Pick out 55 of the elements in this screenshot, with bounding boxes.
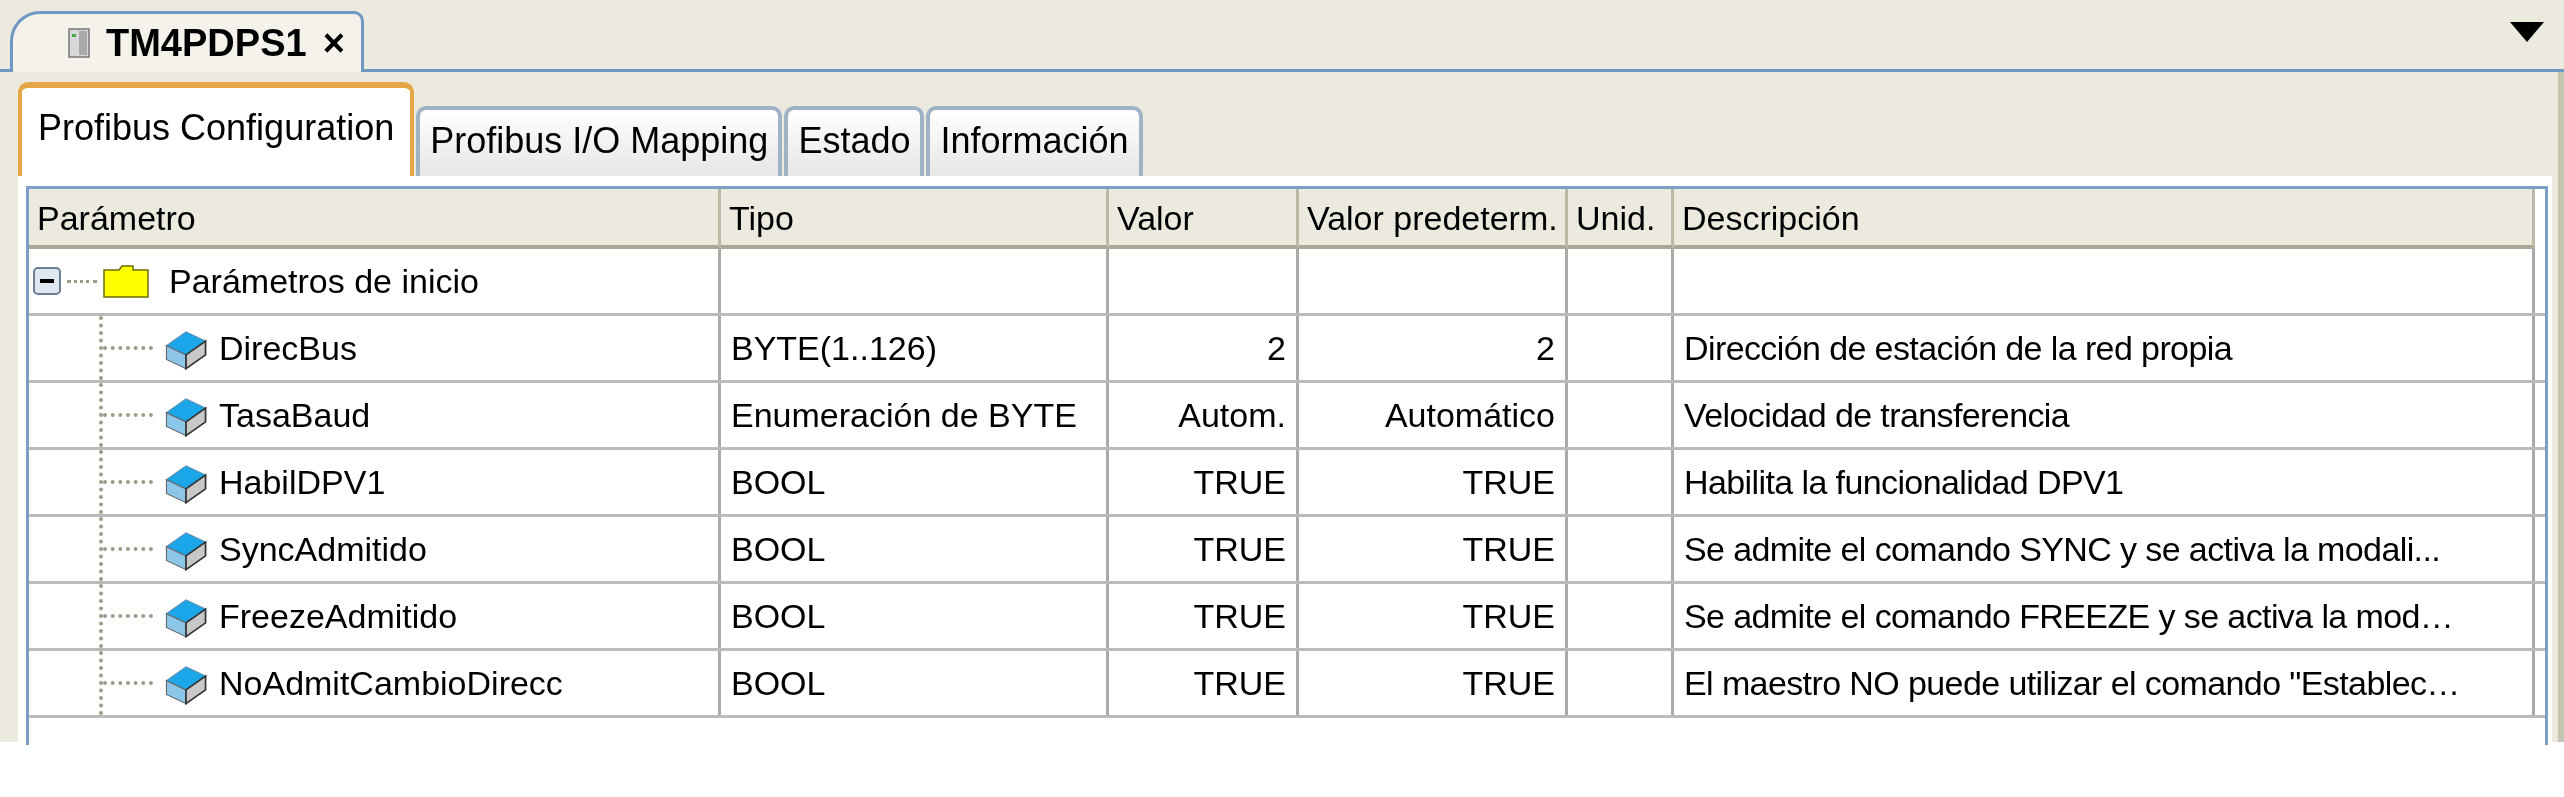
tab[interactable]: Profibus I/O Mapping xyxy=(416,106,783,176)
tree-connector xyxy=(67,279,97,283)
table-cell: Velocidad de transferencia xyxy=(1684,395,2070,435)
table-cell: Automático xyxy=(1384,395,1555,435)
table-cell: TRUE xyxy=(1193,462,1286,502)
table-cell: TRUE xyxy=(1462,529,1555,569)
document-tab[interactable]: TM4PDPS1 × xyxy=(10,11,364,72)
collapse-toggle-icon[interactable] xyxy=(33,267,61,295)
parameter-name: DirecBus xyxy=(219,328,357,368)
tree-connector xyxy=(103,547,153,551)
table-cell: 2 xyxy=(1267,328,1286,368)
parameter-name: HabilDPV1 xyxy=(219,462,386,502)
table-cell: Se admite el comando SYNC y se activa la modali... xyxy=(1684,529,2441,569)
tree-connector xyxy=(103,614,153,618)
tab[interactable]: Información xyxy=(926,106,1143,176)
column-header[interactable]: Parámetro xyxy=(29,189,721,249)
table-cell: Habilita la funcionalidad DPV1 xyxy=(1684,462,2124,502)
table-cell: TRUE xyxy=(1193,596,1286,636)
column-header[interactable]: Descripción xyxy=(1674,189,2535,249)
tab[interactable]: Profibus Configuration xyxy=(18,82,415,176)
parameter-name: NoAdmitCambioDirecc xyxy=(219,663,563,703)
table-cell: BOOL xyxy=(731,462,826,502)
table-cell: BYTE(1..126) xyxy=(731,328,937,368)
table-cell: BOOL xyxy=(731,596,826,636)
table-cell: TRUE xyxy=(1462,462,1555,502)
table-cell: El maestro NO puede utilizar el comando "Establec… xyxy=(1684,663,2460,703)
parameter-name: TasaBaud xyxy=(219,395,371,435)
parameter-name: SyncAdmitido xyxy=(219,529,427,569)
tree-connector xyxy=(103,681,153,685)
table-cell: BOOL xyxy=(731,663,826,703)
table-cell: Autom. xyxy=(1178,395,1286,435)
table-cell: BOOL xyxy=(731,529,826,569)
parameter-name: FreezeAdmitido xyxy=(219,596,458,636)
table-cell: Dirección de estación de la red propia xyxy=(1684,328,2232,368)
dropdown-icon[interactable] xyxy=(2510,22,2544,42)
close-button[interactable]: × xyxy=(322,21,345,65)
table-cell: TRUE xyxy=(1193,529,1286,569)
folder-icon xyxy=(103,264,149,298)
parameter-name: Parámetros de inicio xyxy=(169,261,479,301)
device-icon xyxy=(68,28,90,58)
table-cell: TRUE xyxy=(1462,596,1555,636)
table-cell: TRUE xyxy=(1193,663,1286,703)
column-header[interactable]: Valor predeterm. xyxy=(1299,189,1568,249)
table-cell: 2 xyxy=(1536,328,1555,368)
column-header[interactable]: Valor xyxy=(1109,189,1299,249)
table-cell: Se admite el comando FREEZE y se activa la mod… xyxy=(1684,596,2454,636)
tab[interactable]: Estado xyxy=(784,106,925,176)
document-title: TM4PDPS1 xyxy=(106,21,307,65)
table-cell: Enumeración de BYTE xyxy=(731,395,1077,435)
table-cell: TRUE xyxy=(1462,663,1555,703)
tree-connector xyxy=(103,413,153,417)
tree-connector xyxy=(103,346,153,350)
tree-connector xyxy=(103,480,153,484)
column-header[interactable]: Unid. xyxy=(1568,189,1674,249)
column-header[interactable]: Tipo xyxy=(721,189,1109,249)
